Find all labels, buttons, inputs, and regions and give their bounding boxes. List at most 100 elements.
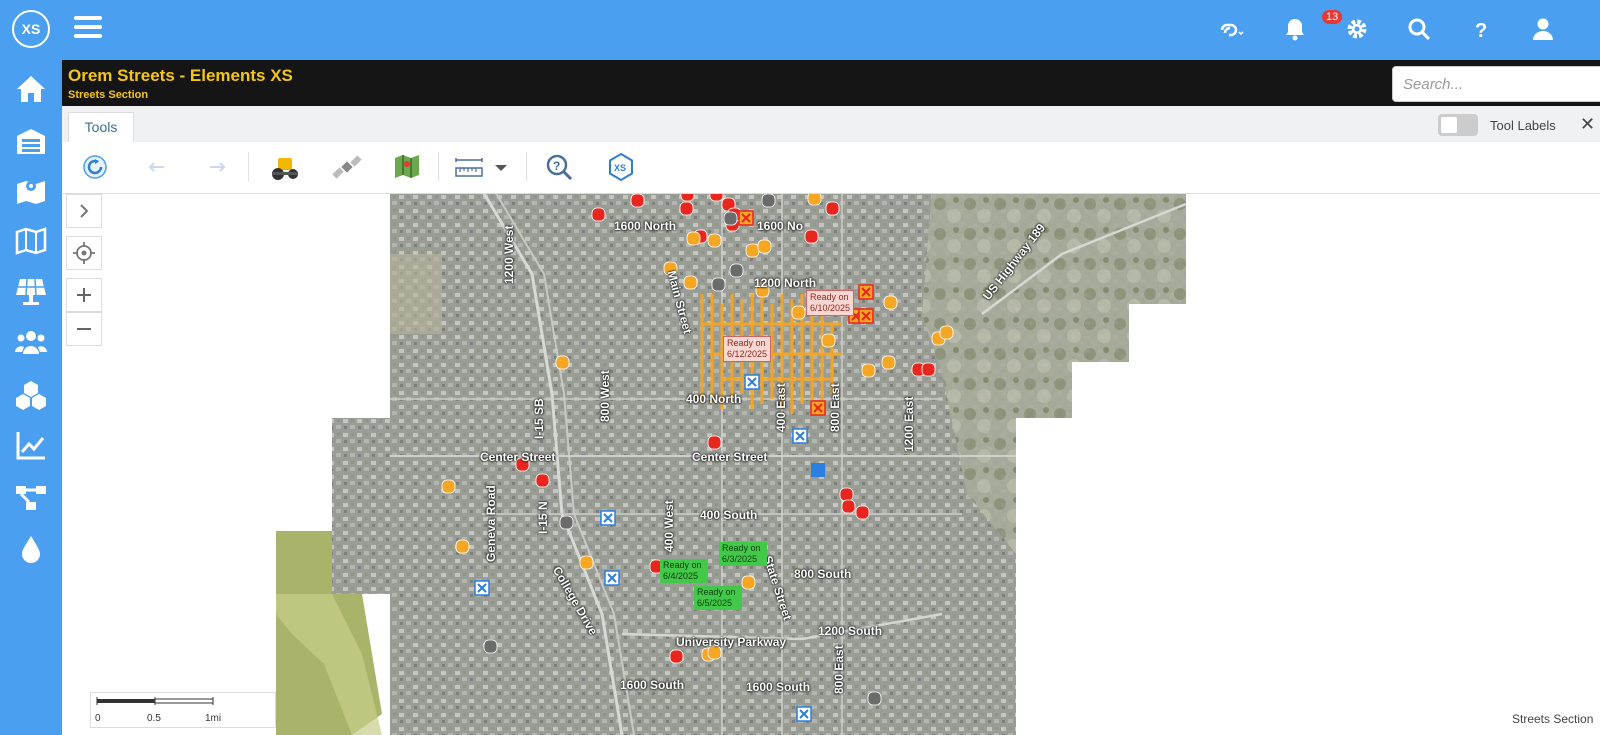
water-drop-icon[interactable] xyxy=(14,532,48,566)
network-icon[interactable] xyxy=(14,480,48,514)
user-icon[interactable] xyxy=(1530,16,1556,42)
marker-orange[interactable] xyxy=(741,575,756,590)
search-input[interactable]: Search... xyxy=(1392,66,1600,102)
marker-red[interactable] xyxy=(804,229,819,244)
undo-icon[interactable] xyxy=(140,150,174,184)
road-label: I-15 N xyxy=(536,501,550,534)
marker-gray[interactable] xyxy=(729,263,744,278)
marker-orange[interactable] xyxy=(579,555,594,570)
ready-label[interactable]: Ready on 6/3/2025 xyxy=(719,542,767,566)
cubes-icon[interactable] xyxy=(14,378,48,412)
marker-red[interactable] xyxy=(669,649,684,664)
marker-red[interactable] xyxy=(839,487,854,502)
gear-icon[interactable] xyxy=(1344,16,1370,42)
marker-gray[interactable] xyxy=(711,277,726,292)
map-icon[interactable] xyxy=(14,224,48,258)
marker-orange[interactable] xyxy=(745,243,760,258)
refresh-icon[interactable] xyxy=(78,150,112,184)
ready-label[interactable]: Ready on 6/10/2025 xyxy=(806,290,854,316)
warehouse-icon[interactable] xyxy=(14,124,48,158)
link-icon[interactable] xyxy=(1218,16,1244,42)
ready-label[interactable]: Ready on 6/4/2025 xyxy=(660,559,708,583)
marker-orange[interactable] xyxy=(807,194,822,206)
marker-red[interactable] xyxy=(825,201,840,216)
users-icon[interactable] xyxy=(14,326,48,360)
marker-crossing-icon[interactable] xyxy=(474,580,490,596)
marker-orange[interactable] xyxy=(683,275,698,290)
ready-label[interactable]: Ready on 6/12/2025 xyxy=(723,336,771,362)
marker-red[interactable] xyxy=(535,473,550,488)
ready-label[interactable]: Ready on 6/5/2025 xyxy=(694,586,742,610)
marker-orange[interactable] xyxy=(555,355,570,370)
marker-crossing-icon[interactable] xyxy=(796,706,812,722)
tab-tools[interactable]: Tools xyxy=(68,112,134,142)
marker-red[interactable] xyxy=(707,435,722,450)
xs-logo[interactable]: XS xyxy=(12,10,50,48)
road-label: 1600 North xyxy=(614,219,677,233)
marker-orange[interactable] xyxy=(707,233,722,248)
marker-red[interactable] xyxy=(921,362,936,377)
marker-orange[interactable] xyxy=(861,363,876,378)
marker-closed-icon[interactable] xyxy=(810,400,826,416)
marker-crossing-icon[interactable] xyxy=(744,374,760,390)
help-icon[interactable]: ? xyxy=(1468,16,1494,42)
marker-blue[interactable] xyxy=(811,463,825,477)
marker-orange[interactable] xyxy=(821,333,836,348)
marker-orange[interactable] xyxy=(455,539,470,554)
close-icon[interactable]: ✕ xyxy=(1580,114,1595,135)
locate-button[interactable] xyxy=(66,236,102,270)
notification-badge: 13 xyxy=(1322,10,1343,24)
marker-red[interactable] xyxy=(709,194,724,202)
search-icon[interactable] xyxy=(1406,16,1432,42)
roller-icon[interactable] xyxy=(268,150,302,184)
marker-orange[interactable] xyxy=(883,295,898,310)
road-label: 1200 West xyxy=(502,225,516,284)
marker-red[interactable] xyxy=(680,194,695,202)
marker-orange[interactable] xyxy=(939,325,954,340)
redo-icon[interactable] xyxy=(200,150,234,184)
marker-gray[interactable] xyxy=(723,211,738,226)
marker-closed-icon[interactable] xyxy=(858,308,874,324)
map-view[interactable]: 1600 North 1600 No 1200 West Main Street… xyxy=(62,194,1600,735)
measure-icon[interactable] xyxy=(452,150,486,184)
tool-labels-toggle[interactable] xyxy=(1438,114,1478,136)
marker-orange[interactable] xyxy=(757,239,772,254)
marker-closed-icon[interactable] xyxy=(858,284,874,300)
marker-crossing-icon[interactable] xyxy=(792,428,808,444)
bell-icon[interactable] xyxy=(1282,16,1308,42)
home-icon[interactable] xyxy=(14,72,48,106)
xs-icon[interactable]: XS xyxy=(604,150,638,184)
chart-line-icon[interactable] xyxy=(14,428,48,462)
expand-panel-button[interactable] xyxy=(66,194,102,228)
chevron-down-icon[interactable] xyxy=(490,150,512,184)
marker-orange[interactable] xyxy=(441,479,456,494)
road-label: Geneva Road xyxy=(484,485,498,562)
zoom-in-button[interactable] xyxy=(66,278,102,312)
marker-gray[interactable] xyxy=(867,691,882,706)
scale-label: 0 xyxy=(95,713,101,724)
map-marker-icon[interactable] xyxy=(14,174,48,208)
marker-crossing-icon[interactable] xyxy=(600,510,616,526)
marker-red[interactable] xyxy=(591,207,606,222)
marker-closed-icon[interactable] xyxy=(738,210,754,226)
marker-crossing-icon[interactable] xyxy=(604,570,620,586)
marker-red[interactable] xyxy=(679,201,694,216)
marker-orange[interactable] xyxy=(686,231,701,246)
marker-gray[interactable] xyxy=(559,515,574,530)
marker-orange[interactable] xyxy=(881,355,896,370)
marker-orange[interactable] xyxy=(791,305,806,320)
marker-gray[interactable] xyxy=(483,639,498,654)
marker-red[interactable] xyxy=(855,505,870,520)
marker-gray[interactable] xyxy=(761,194,776,208)
toolbar-divider xyxy=(438,152,439,182)
map-book-icon[interactable] xyxy=(390,150,424,184)
zoom-question-icon[interactable]: ? xyxy=(542,150,576,184)
marker-red[interactable] xyxy=(841,499,856,514)
zoom-out-button[interactable] xyxy=(66,312,102,346)
hamburger-menu-icon[interactable] xyxy=(74,16,102,42)
solar-panel-icon[interactable] xyxy=(14,274,48,308)
road-label: 800 East xyxy=(828,383,842,432)
road-label: University Parkway xyxy=(676,635,787,649)
satellite-icon[interactable] xyxy=(330,150,364,184)
marker-red[interactable] xyxy=(630,194,645,208)
